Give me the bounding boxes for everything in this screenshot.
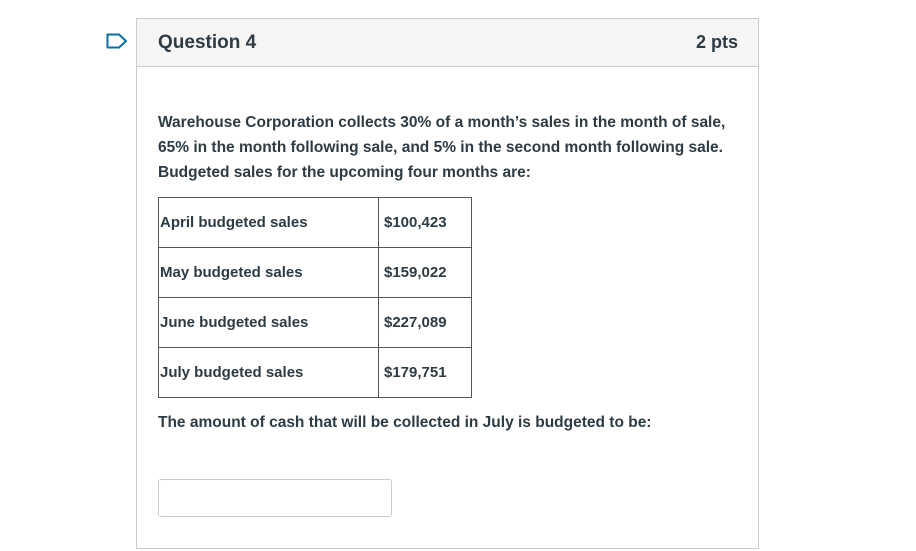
- flag-question-icon[interactable]: [106, 33, 128, 49]
- table-cell-amount: $227,089: [378, 297, 472, 348]
- table-row: July budgeted sales $179,751: [158, 347, 472, 398]
- question-body: Warehouse Corporation collects 30% of a …: [137, 67, 758, 432]
- question-header: Question 4 2 pts: [137, 19, 758, 67]
- table-cell-amount: $159,022: [378, 247, 472, 298]
- followup-question: The amount of cash that will be collecte…: [158, 414, 652, 431]
- budgeted-sales-table: April budgeted sales $100,423 May budget…: [158, 197, 472, 398]
- table-cell-label: July budgeted sales: [158, 347, 379, 398]
- table-cell-label: May budgeted sales: [158, 247, 379, 298]
- table-row: June budgeted sales $227,089: [158, 297, 472, 348]
- question-points: 2 pts: [695, 32, 738, 52]
- table-cell-amount: $179,751: [378, 347, 472, 398]
- table-cell-label: April budgeted sales: [158, 197, 379, 248]
- table-cell-amount: $100,423: [378, 197, 472, 248]
- table-cell-label: June budgeted sales: [158, 297, 379, 348]
- question-title: Question 4: [158, 31, 257, 53]
- table-row: April budgeted sales $100,423: [158, 197, 472, 248]
- answer-input[interactable]: [158, 479, 392, 517]
- table-row: May budgeted sales $159,022: [158, 247, 472, 298]
- question-card: Question 4 2 pts Warehouse Corporation c…: [136, 18, 759, 549]
- question-prompt: Warehouse Corporation collects 30% of a …: [158, 114, 726, 181]
